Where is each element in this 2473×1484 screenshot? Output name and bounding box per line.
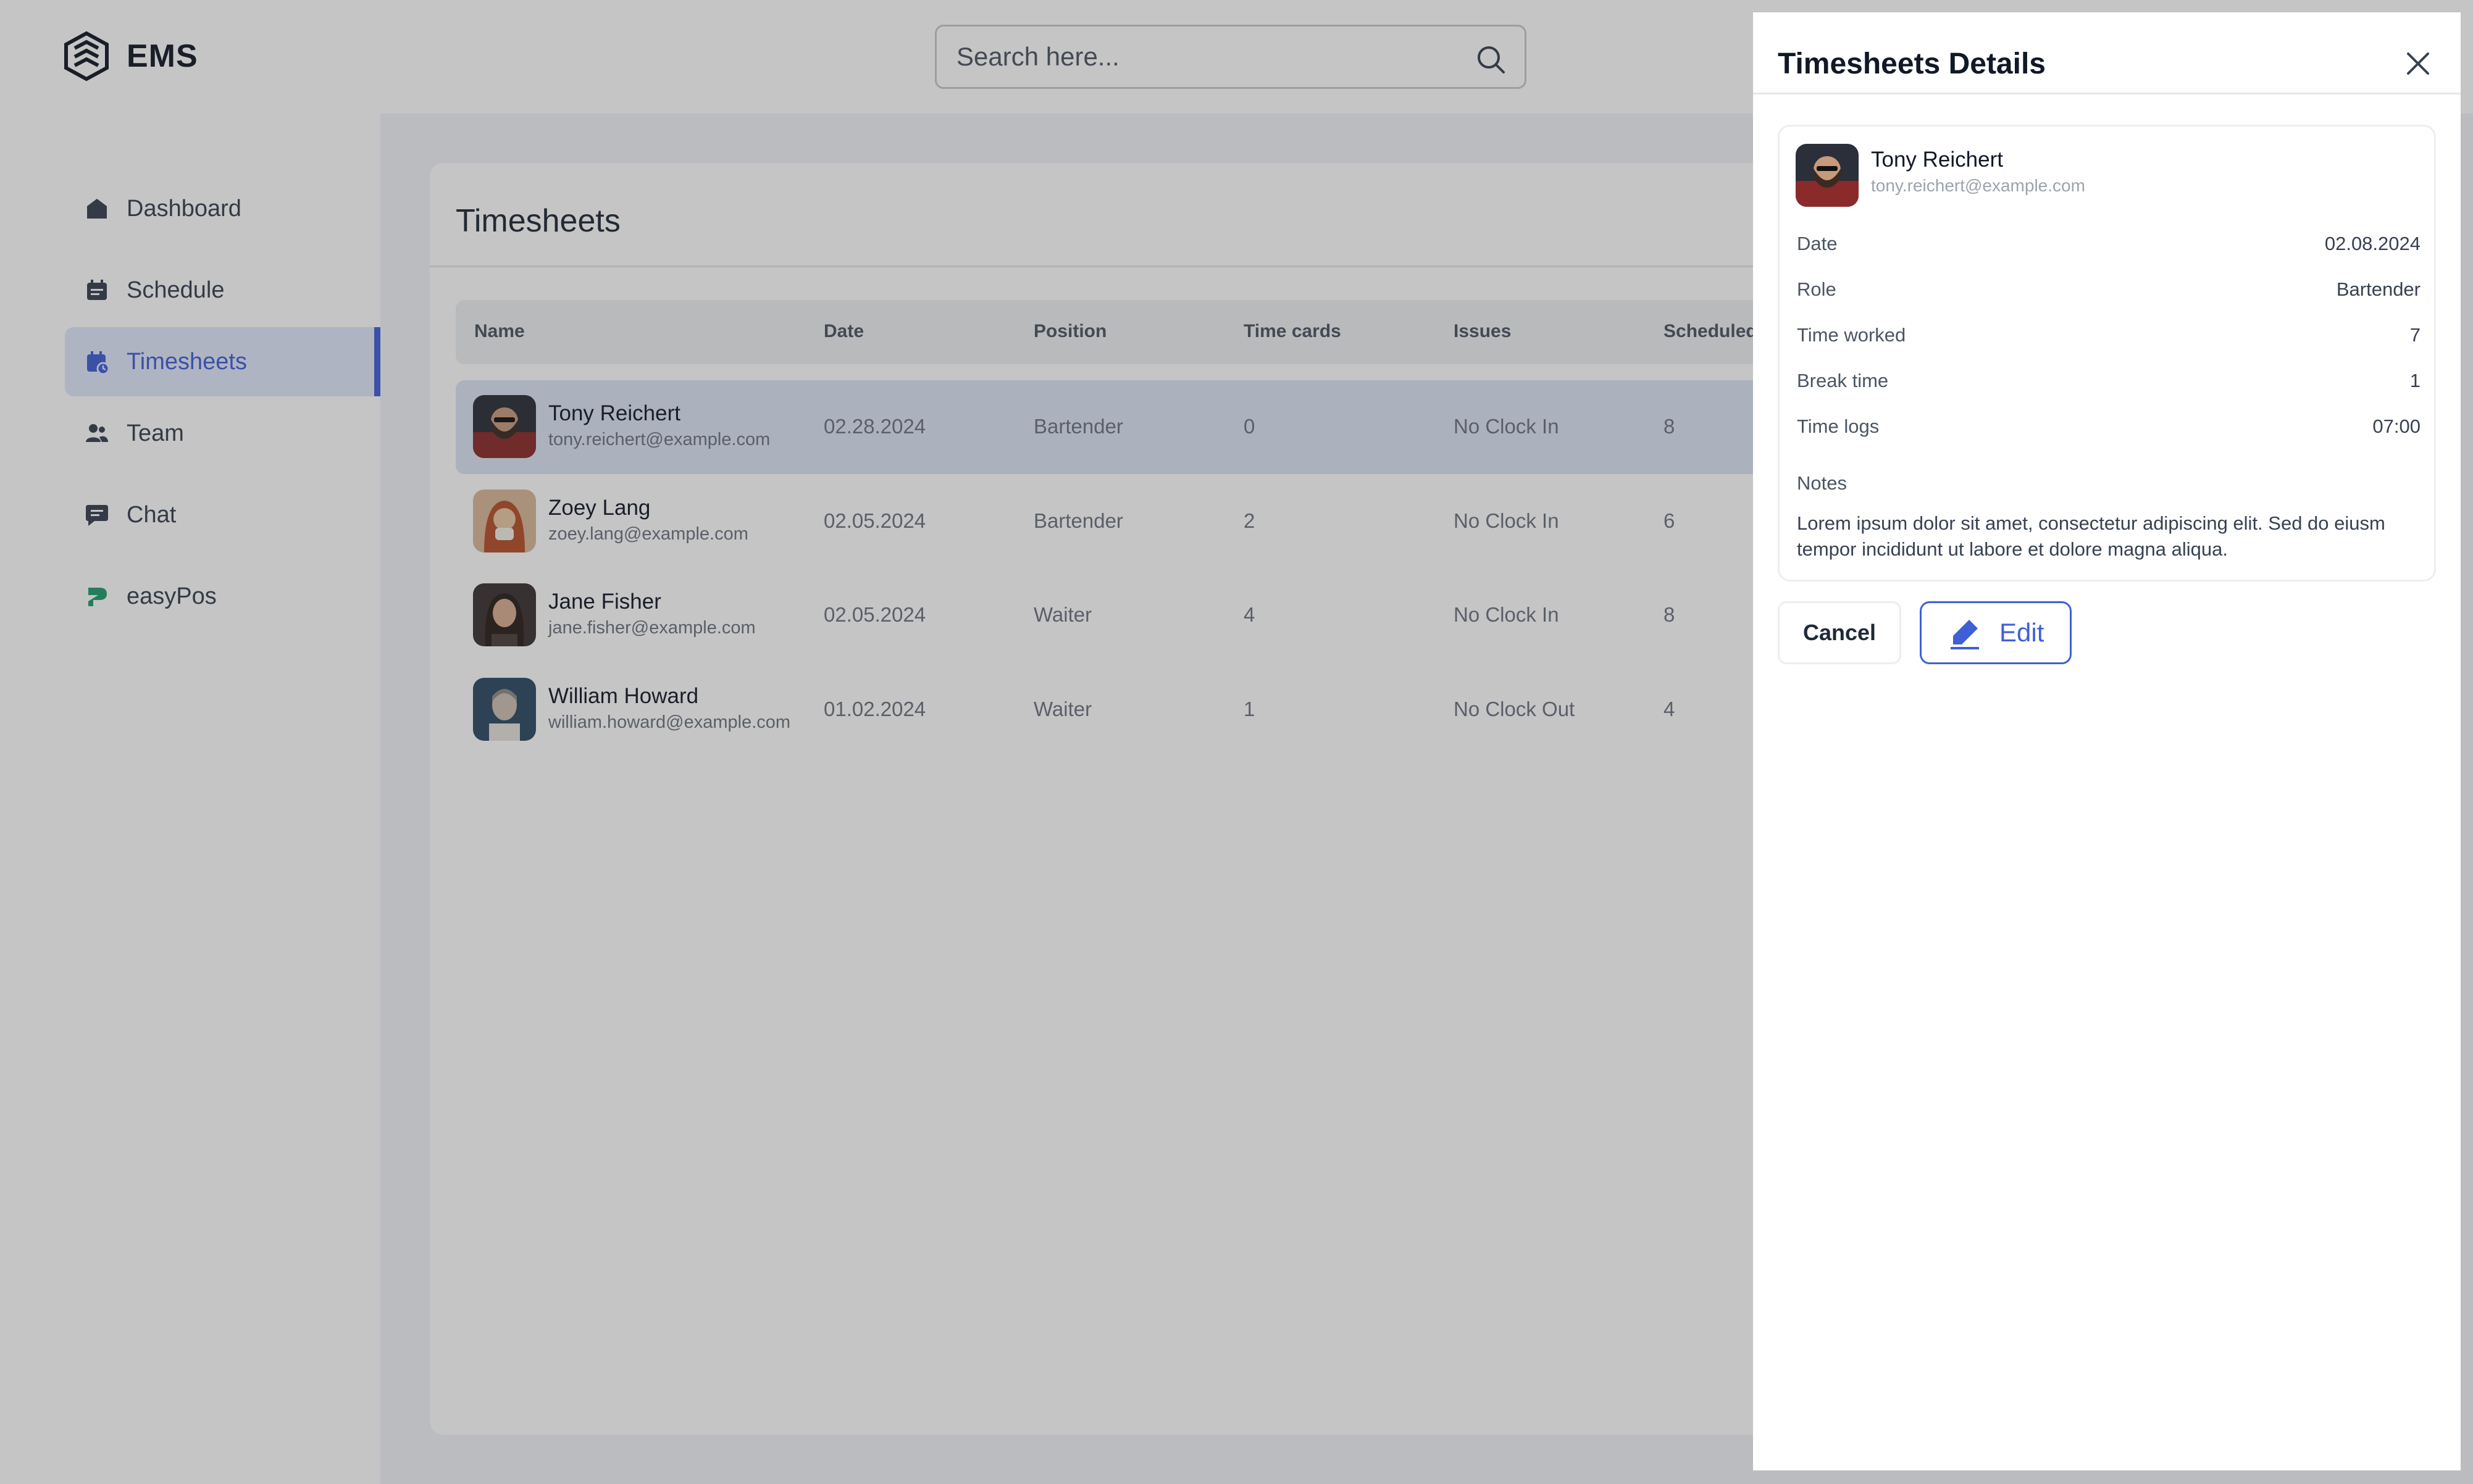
edit-icon	[1948, 615, 1982, 650]
edit-button[interactable]: Edit	[1920, 601, 2072, 664]
detail-label: Role	[1797, 278, 1836, 300]
detail-row-break-time: Break time 1	[1797, 370, 2421, 397]
detail-label: Date	[1797, 233, 1838, 254]
timesheet-details-drawer: Timesheets Details Tony Reichert tony.re…	[1753, 12, 2461, 1470]
detail-value: 7	[2409, 324, 2421, 346]
avatar	[1796, 144, 1859, 207]
detail-value: 02.08.2024	[2324, 233, 2421, 254]
detail-row-time-logs: Time logs 07:00	[1797, 415, 2421, 443]
detail-label: Break time	[1797, 370, 1889, 391]
employee-name: Tony Reichert	[1871, 148, 2003, 172]
employee-email: tony.reichert@example.com	[1871, 176, 2085, 195]
detail-row-role: Role Bartender	[1797, 278, 2421, 306]
detail-row-time-worked: Time worked 7	[1797, 324, 2421, 351]
detail-label: Time logs	[1797, 415, 1880, 437]
detail-value: Bartender	[2336, 278, 2421, 300]
drawer-title: Timesheets Details	[1778, 48, 2046, 80]
detail-label: Time worked	[1797, 324, 1906, 346]
details-card: Tony Reichert tony.reichert@example.com …	[1778, 125, 2436, 582]
edit-label: Edit	[1999, 618, 2044, 647]
divider	[1753, 93, 2461, 94]
detail-value: 07:00	[2372, 415, 2421, 437]
notes-label: Notes	[1797, 472, 1847, 494]
detail-row-date: Date 02.08.2024	[1797, 233, 2421, 260]
notes-text: Lorem ipsum dolor sit amet, consectetur …	[1797, 512, 2385, 560]
cancel-button[interactable]: Cancel	[1778, 601, 1901, 664]
close-icon[interactable]	[2403, 48, 2433, 79]
detail-value: 1	[2409, 370, 2421, 391]
